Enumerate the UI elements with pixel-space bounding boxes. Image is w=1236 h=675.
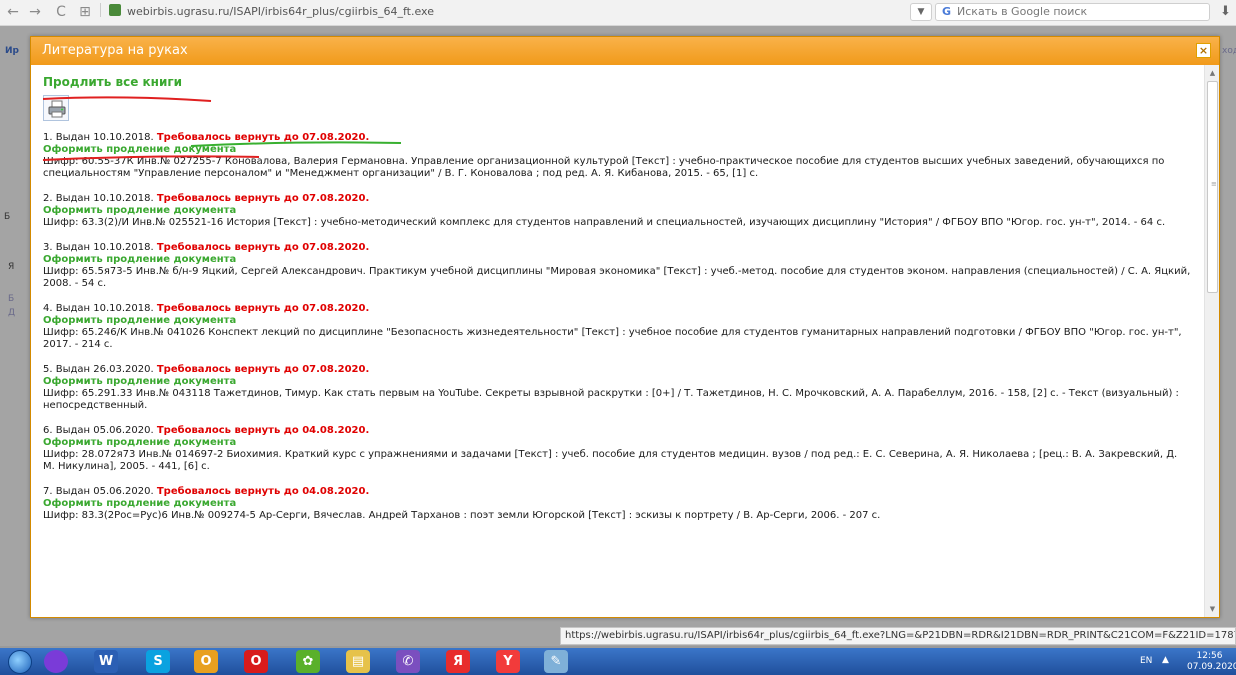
extend-link[interactable]: Оформить продление документа: [43, 254, 1191, 266]
extend-link[interactable]: Оформить продление документа: [43, 437, 1191, 449]
extend-link[interactable]: Оформить продление документа: [43, 205, 1191, 217]
book-description: Шифр: 65.246/К Инв.№ 041026 Конспект лек…: [43, 327, 1182, 350]
issued-date: 5. Выдан 26.03.2020.: [43, 364, 154, 375]
book-description: Шифр: 65.291.33 Инв.№ 043118 Тажетдинов,…: [43, 388, 1179, 411]
address-bar[interactable]: webirbis.ugrasu.ru/ISAPI/irbis64r_plus/c…: [96, 2, 906, 22]
issued-date: 6. Выдан 05.06.2020.: [43, 425, 154, 436]
list-item: 2. Выдан 10.10.2018. Требовалось вернуть…: [43, 193, 1191, 229]
printer-icon: [48, 100, 66, 118]
due-date: Требовалось вернуть до 07.08.2020.: [156, 242, 370, 253]
search-placeholder: Искать в Google поиск: [957, 5, 1088, 18]
reload-icon[interactable]: C: [52, 2, 70, 22]
forward-icon[interactable]: →: [26, 2, 44, 22]
due-date: Требовалось вернуть до 07.08.2020.: [156, 364, 370, 375]
extend-link[interactable]: Оформить продление документа: [43, 498, 1191, 510]
list-item: 5. Выдан 26.03.2020. Требовалось вернуть…: [43, 364, 1191, 412]
list-item: 6. Выдан 05.06.2020. Требовалось вернуть…: [43, 425, 1191, 473]
scroll-thumb[interactable]: ≡: [1207, 81, 1218, 293]
bg-fragment: Ир: [5, 46, 19, 56]
bg-fragment: Б: [4, 212, 11, 222]
start-button[interactable]: [8, 650, 32, 674]
bg-fragment: Я: [8, 262, 15, 272]
print-button[interactable]: [43, 95, 69, 121]
apps-grid-icon[interactable]: ⊞: [76, 2, 94, 22]
due-date: Требовалось вернуть до 07.08.2020.: [156, 193, 370, 204]
bg-fragment: Д: [8, 308, 16, 318]
taskbar-mail-icon[interactable]: O: [194, 650, 218, 673]
borrowed-books-dialog: Литература на руках × Продлить все книги…: [30, 36, 1220, 618]
taskbar-opera-icon[interactable]: O: [244, 650, 268, 673]
taskbar-viber-icon[interactable]: ✆: [396, 650, 420, 673]
issued-date: 2. Выдан 10.10.2018.: [43, 193, 154, 204]
taskbar-yandex-browser-icon[interactable]: Y: [496, 650, 520, 673]
due-date: Требовалось вернуть до 07.08.2020.: [156, 303, 370, 314]
site-icon: [109, 4, 121, 16]
scroll-down-icon[interactable]: ▼: [1207, 603, 1218, 615]
book-description: Шифр: 65.5я73-5 Инв.№ б/н-9 Яцкий, Серге…: [43, 266, 1191, 289]
due-date: Требовалось вернуть до 07.08.2020.: [156, 132, 370, 143]
due-date: Требовалось вернуть до 04.08.2020.: [156, 486, 370, 497]
due-date: Требовалось вернуть до 04.08.2020.: [156, 425, 370, 436]
dialog-scrollbar[interactable]: ▲ ≡ ▼: [1204, 65, 1219, 617]
grip-icon: ≡: [1211, 180, 1217, 188]
taskbar: W S O O ✿ ▤ ✆ Я Y ✎ EN ▲ 12:56 07.09.2020: [0, 648, 1236, 675]
taskbar-app-icon[interactable]: [44, 650, 68, 673]
extend-all-link[interactable]: Продлить все книги: [43, 75, 182, 89]
dialog-title: Литература на руках: [42, 43, 188, 58]
extend-link[interactable]: Оформить продление документа: [43, 376, 1191, 388]
taskbar-paint-icon[interactable]: ✎: [544, 650, 568, 673]
records-list: 1. Выдан 10.10.2018. Требовалось вернуть…: [43, 132, 1191, 535]
issued-date: 4. Выдан 10.10.2018.: [43, 303, 154, 314]
browser-toolbar: ← → C ⊞ webirbis.ugrasu.ru/ISAPI/irbis64…: [0, 0, 1236, 26]
book-description: Шифр: 83.3(2Рос=Рус)6 Инв.№ 009274-5 Ар-…: [43, 510, 881, 521]
url-text: webirbis.ugrasu.ru/ISAPI/irbis64r_plus/c…: [127, 5, 434, 18]
clock-time: 12:56: [1196, 651, 1223, 661]
book-description: Шифр: 63.3(2)/И Инв.№ 025521-16 История …: [43, 217, 1166, 228]
list-item: 1. Выдан 10.10.2018. Требовалось вернуть…: [43, 132, 1191, 180]
issued-date: 3. Выдан 10.10.2018.: [43, 242, 154, 253]
list-item: 7. Выдан 05.06.2020. Требовалось вернуть…: [43, 486, 1191, 522]
list-item: 4. Выдан 10.10.2018. Требовалось вернуть…: [43, 303, 1191, 351]
extension-button[interactable]: ▼: [910, 3, 932, 21]
bg-fragment: Б: [8, 294, 15, 304]
clock-date: 07.09.2020: [1187, 662, 1236, 672]
issued-date: 1. Выдан 10.10.2018.: [43, 132, 154, 143]
close-button[interactable]: ×: [1196, 43, 1211, 58]
extend-link[interactable]: Оформить продление документа: [43, 144, 1191, 156]
book-description: Шифр: 60.55-37К Инв.№ 027255-7 Коновалов…: [43, 156, 1165, 179]
language-indicator[interactable]: EN: [1140, 656, 1152, 666]
back-icon[interactable]: ←: [4, 2, 22, 22]
taskbar-icq-icon[interactable]: ✿: [296, 650, 320, 673]
search-input[interactable]: G Искать в Google поиск: [935, 3, 1210, 21]
extend-link[interactable]: Оформить продление документа: [43, 315, 1191, 327]
taskbar-word-icon[interactable]: W: [94, 650, 118, 673]
scroll-up-icon[interactable]: ▲: [1207, 67, 1218, 79]
taskbar-explorer-icon[interactable]: ▤: [346, 650, 370, 673]
dialog-header: Литература на руках ×: [31, 37, 1219, 65]
dialog-content: Продлить все книги 1. Выдан 10.10.2018. …: [31, 65, 1203, 617]
clock[interactable]: 12:56 07.09.2020: [1187, 651, 1236, 673]
download-icon[interactable]: ⬇: [1220, 3, 1234, 21]
issued-date: 7. Выдан 05.06.2020.: [43, 486, 154, 497]
list-item: 3. Выдан 10.10.2018. Требовалось вернуть…: [43, 242, 1191, 290]
book-description: Шифр: 28.072я73 Инв.№ 014697-2 Биохимия.…: [43, 449, 1178, 472]
status-url-bar: https://webirbis.ugrasu.ru/ISAPI/irbis64…: [560, 627, 1236, 645]
taskbar-skype-icon[interactable]: S: [146, 650, 170, 673]
bg-fragment: ход: [1222, 46, 1236, 56]
google-logo: G: [942, 5, 952, 18]
taskbar-yandex-icon[interactable]: Я: [446, 650, 470, 673]
tray-arrow-icon[interactable]: ▲: [1162, 655, 1169, 665]
